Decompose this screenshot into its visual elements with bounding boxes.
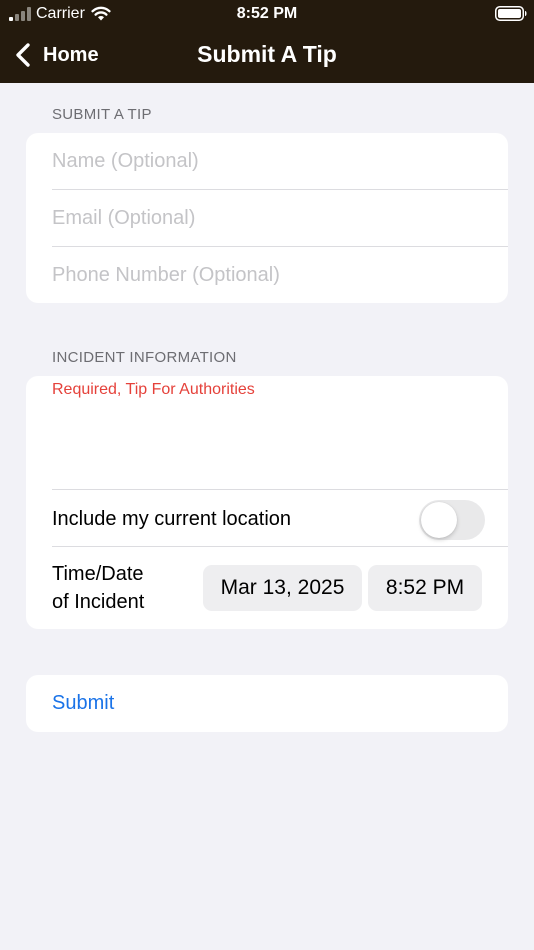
nav-bar: Home Submit A Tip	[0, 28, 534, 83]
section-header-submit-a-tip: SUBMIT A TIP	[52, 106, 152, 123]
phone-field[interactable]	[52, 247, 492, 303]
location-label: Include my current location	[52, 508, 292, 530]
time-picker-button[interactable]: 8:52 PM	[368, 565, 482, 611]
submit-button[interactable]: Submit	[52, 690, 114, 716]
contact-info-card	[26, 133, 508, 303]
datetime-label: Time/Date of Incident	[52, 562, 144, 614]
navigation-header: Carrier 8:52 PM Home Submit A Tip	[0, 0, 534, 83]
location-row: Include my current location	[26, 490, 508, 547]
tip-text-area[interactable]	[52, 379, 492, 485]
email-field[interactable]	[52, 190, 492, 246]
status-bar: Carrier 8:52 PM	[0, 0, 534, 28]
email-row	[26, 190, 508, 247]
section-header-incident-information: INCIDENT INFORMATION	[52, 349, 237, 366]
submit-card: Submit	[26, 675, 508, 732]
datetime-row: Time/Date of Incident Mar 13, 2025 8:52 …	[26, 547, 508, 629]
date-picker-button[interactable]: Mar 13, 2025	[203, 565, 362, 611]
battery-icon	[495, 6, 527, 21]
name-field[interactable]	[52, 133, 492, 189]
toggle-knob	[421, 502, 457, 538]
status-time: 8:52 PM	[236, 5, 298, 22]
datetime-label-line-2: of Incident	[52, 591, 145, 613]
page-title: Submit A Tip	[197, 41, 337, 67]
tip-row	[26, 376, 508, 490]
name-row	[26, 133, 508, 190]
incident-info-card: Include my current location Time/Date of…	[26, 376, 508, 629]
phone-row	[26, 247, 508, 303]
datetime-label-line-1: Time/Date	[52, 563, 144, 585]
location-toggle[interactable]	[419, 500, 485, 540]
